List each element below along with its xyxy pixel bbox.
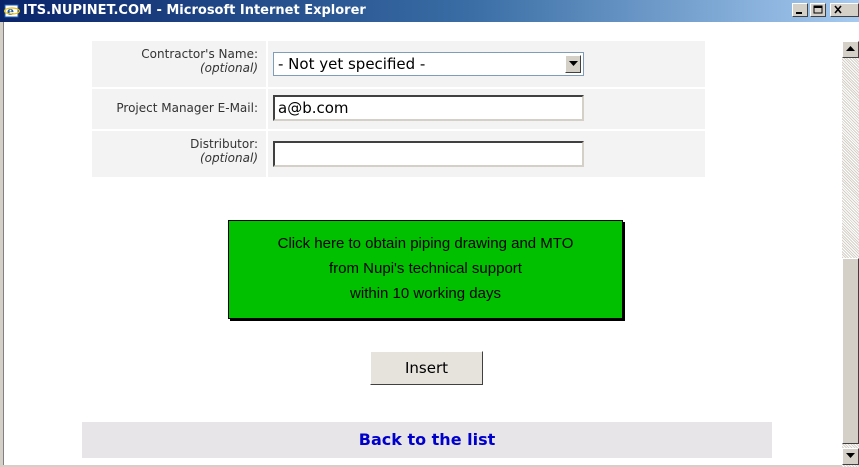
support-button-line: from Nupi's technical support bbox=[329, 260, 522, 277]
back-to-list-link[interactable]: Back to the list bbox=[82, 422, 772, 458]
email-label: Project Manager E-Mail: bbox=[116, 101, 258, 115]
support-button-line: within 10 working days bbox=[350, 285, 501, 302]
dropdown-button[interactable] bbox=[565, 55, 581, 73]
distributor-label: Distributor: (optional) bbox=[190, 137, 258, 165]
back-link-bar: Back to the list bbox=[82, 422, 772, 458]
svg-text:e: e bbox=[7, 5, 14, 18]
contractor-select[interactable]: - Not yet specified - bbox=[273, 52, 584, 76]
window-frame-left bbox=[0, 22, 4, 467]
distributor-field[interactable] bbox=[273, 141, 584, 167]
internet-explorer-icon: e bbox=[3, 3, 21, 19]
technical-support-request-button[interactable]: Click here to obtain piping drawing and … bbox=[228, 220, 623, 319]
chevron-down-icon bbox=[569, 61, 578, 66]
contractor-label: Contractor's Name: (optional) bbox=[141, 47, 258, 75]
arrow-down-icon bbox=[846, 453, 855, 458]
close-button[interactable] bbox=[830, 3, 859, 17]
minimize-button[interactable] bbox=[792, 3, 808, 17]
insert-button[interactable]: Insert bbox=[370, 351, 483, 385]
contractor-selected-value: - Not yet specified - bbox=[278, 55, 426, 73]
arrow-up-icon bbox=[846, 46, 855, 51]
support-button-line: Click here to obtain piping drawing and … bbox=[277, 235, 574, 252]
window-title: ITS.NUPINET.COM - Microsoft Internet Exp… bbox=[23, 3, 366, 18]
window-title-bar[interactable]: e ITS.NUPINET.COM - Microsoft Internet E… bbox=[0, 0, 859, 22]
optional-note: (optional) bbox=[200, 61, 258, 75]
maximize-button[interactable] bbox=[810, 3, 826, 17]
project-manager-email-field[interactable] bbox=[273, 95, 584, 121]
scroll-up-button[interactable] bbox=[842, 41, 859, 58]
scroll-down-button[interactable] bbox=[842, 448, 859, 465]
optional-note: (optional) bbox=[200, 151, 258, 165]
scrollbar-thumb[interactable] bbox=[842, 258, 859, 444]
